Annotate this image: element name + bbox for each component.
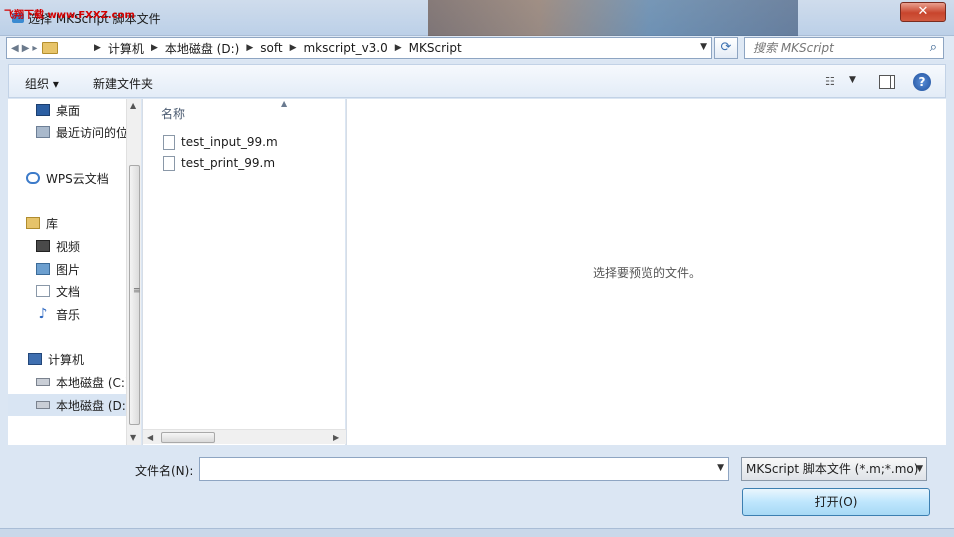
file-item[interactable]: test_input_99.m <box>163 133 278 151</box>
filename-label: 文件名(N): <box>135 464 194 478</box>
address-bar[interactable]: ◀ ▶ ▸ ▶ 计算机 ▶ 本地磁盘 (D:) ▶ soft ▶ mkscrip… <box>6 37 712 59</box>
nav-item-label: WPS云文档 <box>46 171 109 186</box>
nav-scrollbar[interactable]: ▲ ≡ ▼ <box>126 99 141 445</box>
chevron-right-icon[interactable]: ▶ <box>290 43 297 53</box>
address-row: ◀ ▶ ▸ ▶ 计算机 ▶ 本地磁盘 (D:) ▶ soft ▶ mkscrip… <box>0 36 954 60</box>
search-box[interactable]: ⌕ <box>744 37 944 59</box>
window-bottom-edge <box>0 528 954 537</box>
chevron-right-icon[interactable]: ▶ <box>151 43 158 53</box>
chevron-right-icon[interactable]: ▶ <box>246 43 253 53</box>
chevron-down-icon[interactable]: ▼ <box>700 42 707 52</box>
chevron-right-icon[interactable]: ▶ <box>395 43 402 53</box>
chevron-down-icon[interactable]: ▼ <box>849 75 856 85</box>
preview-pane: 选择要预览的文件。 <box>346 99 946 445</box>
refresh-button[interactable]: ⟳ <box>714 37 738 59</box>
close-button[interactable]: ✕ <box>900 2 946 22</box>
back-icon[interactable]: ◀ <box>11 43 19 54</box>
filename-combobox[interactable]: ▼ <box>199 457 729 481</box>
cloud-icon <box>26 172 40 184</box>
hscroll-thumb[interactable] <box>161 432 215 443</box>
library-icon <box>26 217 40 229</box>
nav-item-desktop[interactable]: 桌面 <box>8 99 126 121</box>
scroll-left-icon[interactable]: ◀ <box>147 433 153 442</box>
nav-item-label: 本地磁盘 (D:) <box>56 398 126 413</box>
navigation-pane: 桌面 最近访问的位置 WPS云文档 库 视频 图片 文档 ♪ 音乐 计算机 本地… <box>8 99 126 445</box>
watermark-text: 飞翔下载 www.FXXZ.com <box>4 10 135 21</box>
scroll-right-icon[interactable]: ▶ <box>333 433 339 442</box>
nav-history-icons: ◀ ▶ ▸ <box>7 38 87 58</box>
desktop-icon <box>36 104 50 116</box>
nav-item-drive-c[interactable]: 本地磁盘 (C:) <box>8 371 126 393</box>
nav-item-documents[interactable]: 文档 <box>8 280 126 302</box>
background-strip <box>428 0 798 36</box>
command-toolbar: 组织 ▾ 新建文件夹 ☷ ▼ ? <box>8 64 946 98</box>
nav-item-videos[interactable]: 视频 <box>8 235 126 257</box>
breadcrumb-computer[interactable]: 计算机 <box>108 40 144 57</box>
refresh-icon: ⟳ <box>720 40 732 55</box>
organize-button[interactable]: 组织 ▾ <box>25 75 59 92</box>
filetype-select[interactable]: MKScript 脚本文件 (*.m;*.mo) ▼ <box>741 457 927 481</box>
nav-item-label: 计算机 <box>48 352 85 367</box>
document-icon <box>36 285 50 297</box>
breadcrumb-soft[interactable]: soft <box>260 41 282 55</box>
chevron-right-icon[interactable]: ▶ <box>94 43 101 53</box>
search-input[interactable] <box>745 38 915 58</box>
music-icon: ♪ <box>38 306 48 322</box>
open-button[interactable]: 打开(O) <box>742 488 930 516</box>
nav-item-libraries[interactable]: 库 <box>8 212 126 234</box>
nav-item-label: 桌面 <box>56 103 81 118</box>
chevron-right-icon: ▸ <box>32 42 38 54</box>
title-bar: 选择 MKScript 脚本文件 飞翔下载 www.FXXZ.com ✕ <box>0 0 954 36</box>
preview-message: 选择要预览的文件。 <box>592 266 701 280</box>
video-icon <box>36 240 50 252</box>
drive-icon <box>36 401 50 409</box>
nav-item-wps-cloud[interactable]: WPS云文档 <box>8 167 126 189</box>
nav-item-pictures[interactable]: 图片 <box>8 258 126 280</box>
chevron-down-icon[interactable]: ▼ <box>916 458 923 480</box>
file-name: test_print_99.m <box>181 156 276 170</box>
help-icon[interactable]: ? <box>913 73 931 91</box>
filename-input[interactable] <box>200 458 700 480</box>
scroll-down-icon[interactable]: ▼ <box>130 433 136 442</box>
nav-scroll-thumb[interactable]: ≡ <box>129 165 141 425</box>
nav-item-recent[interactable]: 最近访问的位置 <box>8 121 126 143</box>
nav-item-label: 视频 <box>56 239 81 254</box>
grip-icon: ≡ <box>133 286 141 296</box>
new-folder-button[interactable]: 新建文件夹 <box>93 75 153 92</box>
scroll-up-icon[interactable]: ▲ <box>130 101 136 110</box>
file-icon <box>163 155 175 171</box>
nav-item-label: 音乐 <box>56 307 81 322</box>
filetype-value: MKScript 脚本文件 (*.m;*.mo) <box>746 462 919 476</box>
nav-item-label: 最近访问的位置 <box>56 125 126 140</box>
nav-item-label: 文档 <box>56 284 81 299</box>
picture-icon <box>36 263 50 275</box>
chevron-down-icon[interactable]: ▼ <box>717 463 724 473</box>
nav-item-music[interactable]: ♪ 音乐 <box>8 303 126 325</box>
file-icon <box>163 134 175 150</box>
preview-pane-icon[interactable] <box>879 75 895 89</box>
breadcrumb: ▶ 计算机 ▶ 本地磁盘 (D:) ▶ soft ▶ mkscript_v3.0… <box>87 40 462 57</box>
drive-icon <box>36 378 50 386</box>
folder-icon <box>42 42 59 54</box>
breadcrumb-mkscript[interactable]: MKScript <box>409 41 462 55</box>
breadcrumb-mkscript-v3[interactable]: mkscript_v3.0 <box>303 41 387 55</box>
forward-icon[interactable]: ▶ <box>22 43 30 54</box>
computer-icon <box>28 353 42 365</box>
sort-ascending-icon: ▲ <box>281 99 288 108</box>
search-icon[interactable]: ⌕ <box>930 40 937 55</box>
nav-item-drive-d[interactable]: 本地磁盘 (D:) <box>8 394 126 416</box>
file-list-hscrollbar[interactable]: ◀ ▶ <box>143 429 346 444</box>
view-options-icon[interactable]: ☷ <box>825 76 839 88</box>
file-list: ▲ 名称 test_input_99.m test_print_99.m ◀ ▶ <box>142 99 346 445</box>
recent-icon <box>36 126 50 138</box>
nav-item-label: 图片 <box>56 262 81 277</box>
nav-item-computer[interactable]: 计算机 <box>8 348 126 370</box>
file-item[interactable]: test_print_99.m <box>163 154 275 172</box>
file-name: test_input_99.m <box>181 135 278 149</box>
nav-item-label: 本地磁盘 (C:) <box>56 375 126 390</box>
breadcrumb-drive-d[interactable]: 本地磁盘 (D:) <box>165 40 239 57</box>
column-header-name[interactable]: 名称 <box>161 105 185 122</box>
nav-item-label: 库 <box>46 216 59 231</box>
